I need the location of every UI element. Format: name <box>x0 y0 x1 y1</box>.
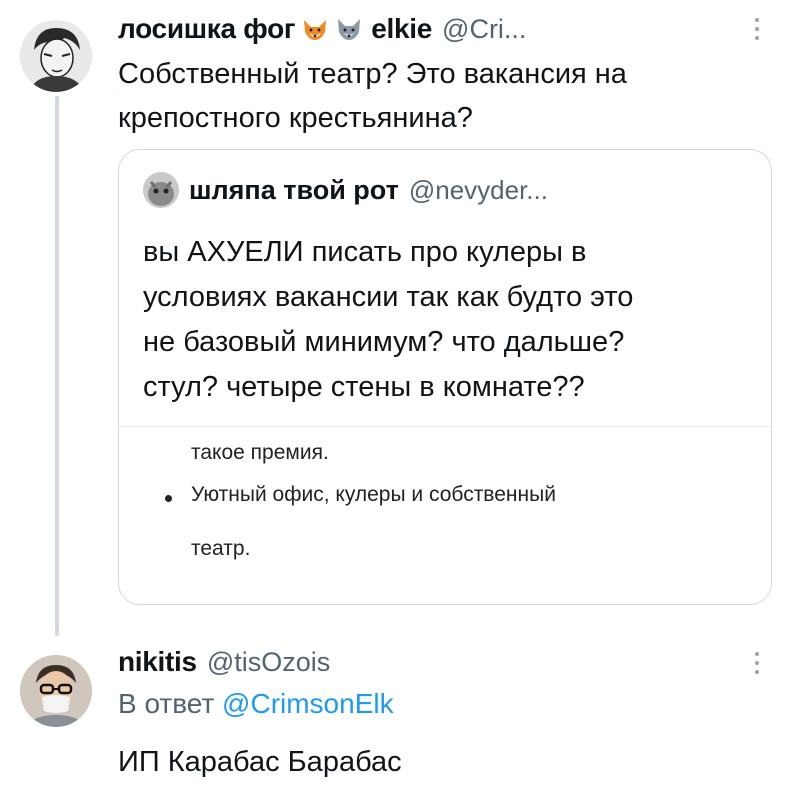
tweet-text: Собственный театр? Это вакансия на крепо… <box>118 58 627 134</box>
quoted-attached-image[interactable]: такое премия. Уютный офис, кулеры и собс… <box>119 426 771 604</box>
quoted-tweet-text: вы АХУЕЛИ писать про кулеры в условиях в… <box>143 236 634 403</box>
quoted-avatar <box>143 172 179 208</box>
fox-emoji-icon <box>301 15 329 43</box>
author-name[interactable]: лосишка фог <box>118 13 296 45</box>
bullet-icon <box>165 495 172 502</box>
wolf-emoji-icon <box>335 15 363 43</box>
image-text-line: театр. <box>191 537 251 560</box>
quoted-tweet[interactable]: шляпа твой рот @nevyder... вы АХУЕЛИ пис… <box>118 149 772 605</box>
image-text-line: Уютный офис, кулеры и собственный <box>191 483 556 506</box>
quoted-author-handle[interactable]: @nevyder... <box>409 175 548 206</box>
reply-header: nikitis @tisOzois <box>118 645 330 679</box>
thread-line <box>55 96 59 636</box>
avatar[interactable] <box>20 20 92 92</box>
author-name-2[interactable]: elkie <box>371 13 432 45</box>
author-handle[interactable]: @Cri... <box>442 14 526 45</box>
reply-author-handle[interactable]: @tisOzois <box>207 647 330 678</box>
reply-to-prefix: В ответ <box>118 688 223 719</box>
reply-to-line: В ответ @CrimsonElk <box>118 688 394 720</box>
image-text-line: такое премия. <box>191 441 329 464</box>
quoted-header: шляпа твой рот @nevyder... <box>143 172 548 208</box>
more-options-icon[interactable] <box>753 652 761 674</box>
tweet-header: лосишка фог elkie @Cri... <box>118 12 526 46</box>
reply-author-name[interactable]: nikitis <box>118 646 197 678</box>
quoted-author-name[interactable]: шляпа твой рот <box>189 175 399 206</box>
reply-avatar[interactable] <box>20 655 92 727</box>
reply-to-mention[interactable]: @CrimsonElk <box>222 688 394 719</box>
more-options-icon[interactable] <box>753 18 761 40</box>
reply-text: ИП Карабас Барабас <box>118 746 402 778</box>
